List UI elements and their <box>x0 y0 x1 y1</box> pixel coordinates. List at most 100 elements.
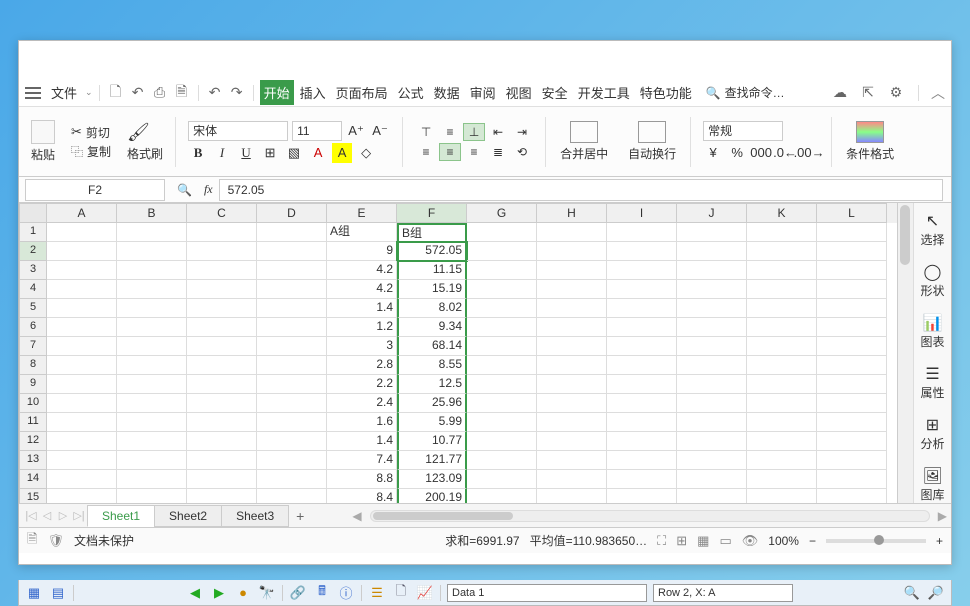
col-header-G[interactable]: G <box>467 203 537 223</box>
col-header-J[interactable]: J <box>677 203 747 223</box>
zoom-level[interactable]: 100% <box>768 534 799 548</box>
cell-J3[interactable] <box>677 261 747 280</box>
vertical-scrollbar[interactable] <box>897 203 913 503</box>
tab-data[interactable]: 数据 <box>430 80 464 105</box>
align-bottom-icon[interactable]: ⊥ <box>463 123 485 141</box>
cell-L8[interactable] <box>817 356 887 375</box>
cell-H10[interactable] <box>537 394 607 413</box>
calc-icon[interactable]: 🖩 <box>313 584 331 602</box>
cell-F12[interactable]: 10.77 <box>397 432 467 451</box>
cell-H11[interactable] <box>537 413 607 432</box>
cell-G6[interactable] <box>467 318 537 337</box>
row-header-9[interactable]: 9 <box>19 375 47 394</box>
cell-C4[interactable] <box>187 280 257 299</box>
font-select[interactable] <box>188 121 288 141</box>
undo-icon[interactable]: ↶ <box>128 83 148 103</box>
formula-input[interactable]: 572.05 <box>219 179 943 201</box>
brush-icon[interactable]: 🖌 <box>127 122 163 143</box>
cell-C8[interactable] <box>187 356 257 375</box>
row-header-8[interactable]: 8 <box>19 356 47 375</box>
cell-C7[interactable] <box>187 337 257 356</box>
cell-C1[interactable] <box>187 223 257 242</box>
tab-nav-last[interactable]: ▷| <box>71 509 87 522</box>
side-select[interactable]: ↖选择 <box>920 211 944 248</box>
cell-I11[interactable] <box>607 413 677 432</box>
cell-G15[interactable] <box>467 489 537 503</box>
cell-I1[interactable] <box>607 223 677 242</box>
cell-G12[interactable] <box>467 432 537 451</box>
row-header-1[interactable]: 1 <box>19 223 47 242</box>
cell-I12[interactable] <box>607 432 677 451</box>
cell-C14[interactable] <box>187 470 257 489</box>
preview-icon[interactable]: 🗎 <box>172 83 192 103</box>
cell-E8[interactable]: 2.8 <box>327 356 397 375</box>
cell-F13[interactable]: 121.77 <box>397 451 467 470</box>
cell-I5[interactable] <box>607 299 677 318</box>
indent-decrease-icon[interactable]: ⇤ <box>487 123 509 141</box>
redo-icon[interactable]: ↷ <box>227 83 247 103</box>
cell-B11[interactable] <box>117 413 187 432</box>
indent-increase-icon[interactable]: ⇥ <box>511 123 533 141</box>
cell-D6[interactable] <box>257 318 327 337</box>
cell-E9[interactable]: 2.2 <box>327 375 397 394</box>
cut-button[interactable]: ✂剪切 <box>71 124 111 141</box>
chart2-icon[interactable]: 📈 <box>416 584 434 602</box>
cell-I9[interactable] <box>607 375 677 394</box>
cell-J4[interactable] <box>677 280 747 299</box>
cell-E15[interactable]: 8.4 <box>327 489 397 503</box>
align-center-icon[interactable]: ≡ <box>439 143 461 161</box>
share-icon[interactable]: ⇱ <box>858 83 878 103</box>
italic-button[interactable]: I <box>212 143 232 163</box>
cell-F15[interactable]: 200.19 <box>397 489 467 503</box>
cell-E11[interactable]: 1.6 <box>327 413 397 432</box>
cell-H4[interactable] <box>537 280 607 299</box>
sheet-tab-2[interactable]: Sheet2 <box>154 505 222 527</box>
cell-G5[interactable] <box>467 299 537 318</box>
data-selector[interactable] <box>447 584 647 602</box>
percent-icon[interactable]: % <box>727 143 747 163</box>
cell-I4[interactable] <box>607 280 677 299</box>
info-icon[interactable]: ⓘ <box>337 584 355 602</box>
cell-J2[interactable] <box>677 242 747 261</box>
cell-J10[interactable] <box>677 394 747 413</box>
col-header-D[interactable]: D <box>257 203 327 223</box>
side-analyze[interactable]: ⊞分析 <box>920 415 944 452</box>
cell-J5[interactable] <box>677 299 747 318</box>
cell-C10[interactable] <box>187 394 257 413</box>
cell-K4[interactable] <box>747 280 817 299</box>
cell-J6[interactable] <box>677 318 747 337</box>
command-search[interactable]: 🔍 查找命令… <box>706 84 785 101</box>
play-next-icon[interactable]: ▶ <box>210 584 228 602</box>
link-icon[interactable]: 🔗 <box>289 584 307 602</box>
wrap-button[interactable]: 自动换行 <box>622 119 682 164</box>
cell-K2[interactable] <box>747 242 817 261</box>
underline-button[interactable]: U <box>236 143 256 163</box>
eye-icon[interactable]: 👁 <box>742 533 759 549</box>
thousands-icon[interactable]: 000 <box>751 143 771 163</box>
record-icon[interactable]: ● <box>234 584 252 602</box>
cell-D13[interactable] <box>257 451 327 470</box>
grid-view-icon[interactable]: ⊞ <box>676 533 687 549</box>
fx-icon[interactable]: fx <box>204 182 213 197</box>
col-header-L[interactable]: L <box>817 203 887 223</box>
collapse-ribbon-icon[interactable]: ︿ <box>931 83 945 103</box>
cell-E6[interactable]: 1.2 <box>327 318 397 337</box>
doc2-icon[interactable]: 🗋 <box>392 584 410 602</box>
side-chart[interactable]: 📊图表 <box>920 313 944 350</box>
cell-F3[interactable]: 11.15 <box>397 261 467 280</box>
cell-A15[interactable] <box>47 489 117 503</box>
cell-J1[interactable] <box>677 223 747 242</box>
cell-L3[interactable] <box>817 261 887 280</box>
file-menu[interactable]: 文件 <box>47 81 81 104</box>
row-header-3[interactable]: 3 <box>19 261 47 280</box>
cell-I14[interactable] <box>607 470 677 489</box>
cell-D11[interactable] <box>257 413 327 432</box>
cell-I7[interactable] <box>607 337 677 356</box>
cell-A9[interactable] <box>47 375 117 394</box>
cell-H15[interactable] <box>537 489 607 503</box>
cell-K11[interactable] <box>747 413 817 432</box>
cell-D5[interactable] <box>257 299 327 318</box>
cell-F2[interactable]: 572.05 <box>397 242 467 261</box>
zoom-out-icon[interactable]: 🔍 <box>903 584 921 602</box>
cell-K9[interactable] <box>747 375 817 394</box>
